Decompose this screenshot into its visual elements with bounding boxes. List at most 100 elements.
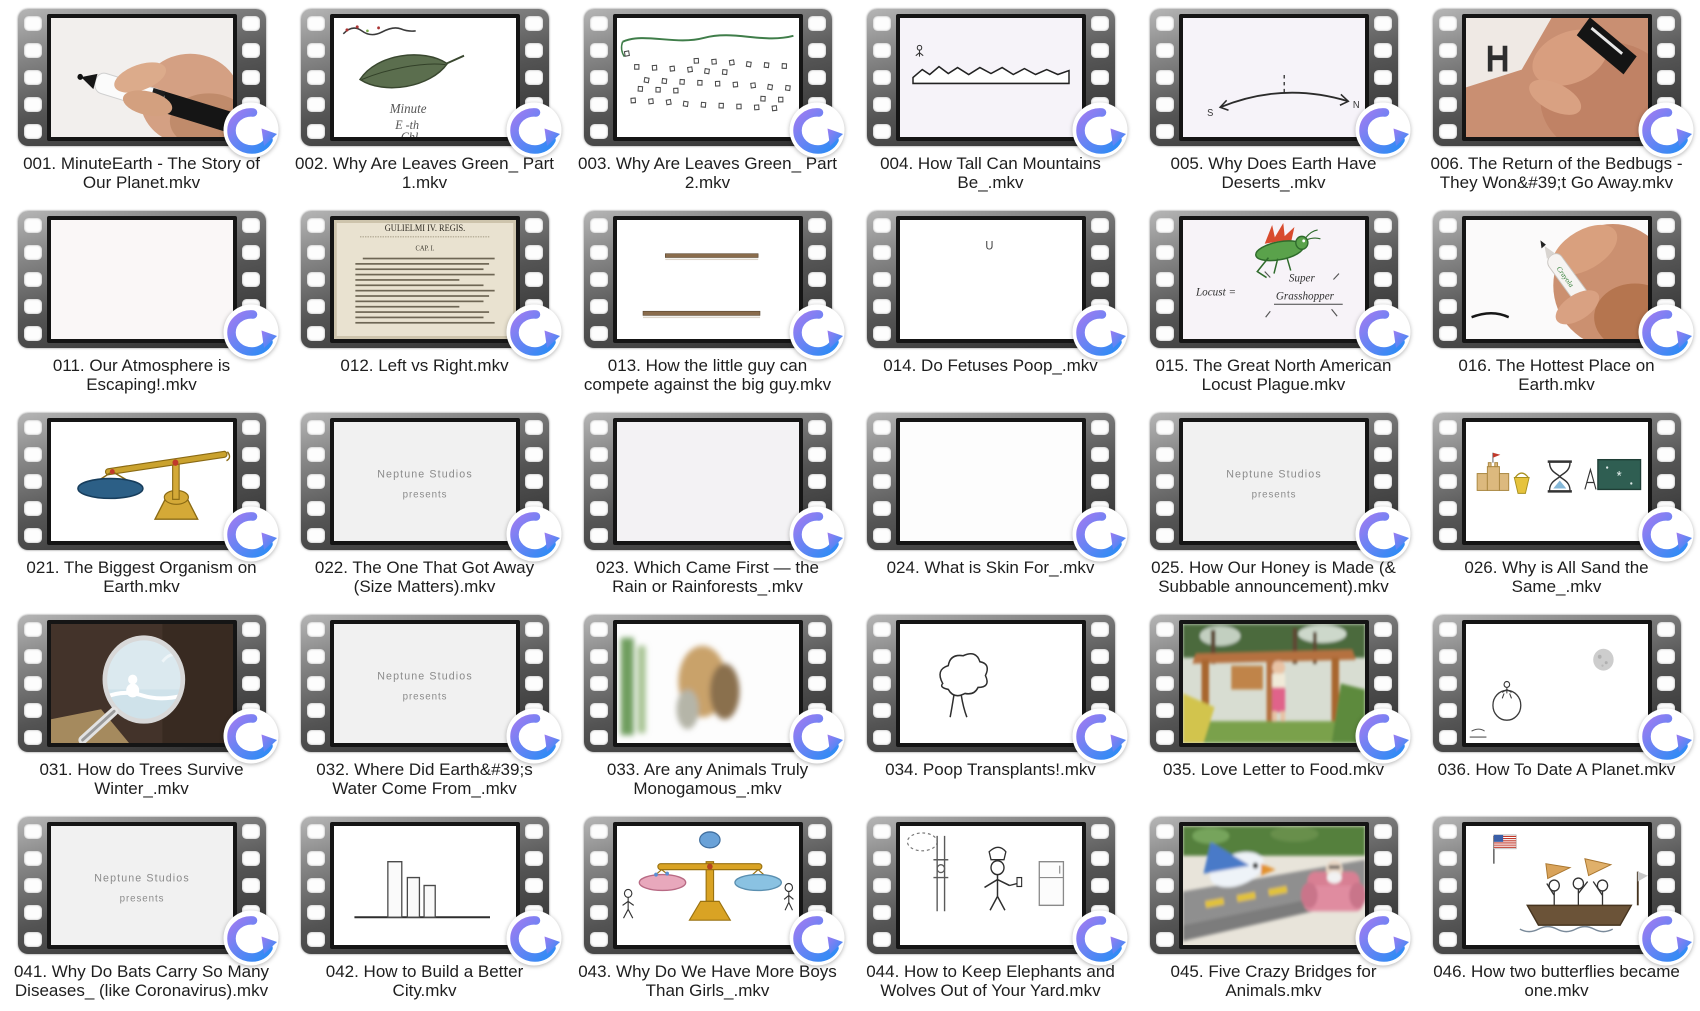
video-item[interactable]: 044. How to Keep Elephants and Wolves Ou… <box>849 809 1132 1011</box>
video-thumbnail[interactable] <box>867 413 1115 550</box>
video-item[interactable]: S N 005. Why Does Earth Have Deserts_.mk… <box>1132 1 1415 203</box>
video-item[interactable]: Minute E -th Chl 002. Why Are Leaves Gre… <box>283 1 566 203</box>
sprocket-hole <box>873 851 891 866</box>
sprocket-hole <box>1156 16 1174 31</box>
sprocket-hole <box>1439 70 1457 85</box>
video-thumbnail[interactable] <box>1150 817 1398 954</box>
video-thumbnail[interactable] <box>867 615 1115 752</box>
video-thumbnail[interactable] <box>584 9 832 146</box>
video-item[interactable]: 023. Which Came First — the Rain or Rain… <box>566 405 849 607</box>
video-item[interactable]: 013. How the little guy can compete agai… <box>566 203 849 405</box>
video-item[interactable]: 031. How do Trees Survive Winter_.mkv <box>0 607 283 809</box>
video-thumbnail[interactable] <box>584 615 832 752</box>
video-preview <box>613 14 803 141</box>
video-item[interactable]: Neptune Studios presents 032. Where Did … <box>283 607 566 809</box>
sprocket-hole <box>307 420 325 435</box>
video-item[interactable]: Neptune Studios presents 025. How Our Ho… <box>1132 405 1415 607</box>
sprocket-hole <box>1374 824 1392 839</box>
sprocket-hole <box>808 622 826 637</box>
video-item[interactable]: 006. The Return of the Bedbugs - They Wo… <box>1415 1 1698 203</box>
video-file-grid-page: { "page": {"background": "#ffffff", "cap… <box>0 0 1700 1011</box>
video-item[interactable]: 003. Why Are Leaves Green_ Part 2.mkv <box>566 1 849 203</box>
video-item[interactable]: 046. How two butterflies became one.mkv <box>1415 809 1698 1011</box>
player-overlay-arrow-icon <box>222 303 280 361</box>
video-thumbnail[interactable]: U <box>867 211 1115 348</box>
video-thumbnail[interactable] <box>867 9 1115 146</box>
video-item[interactable]: Crayola 016. The Hottest Place on Earth.… <box>1415 203 1698 405</box>
player-overlay-icon <box>1354 707 1412 765</box>
video-thumbnail[interactable]: Neptune Studios presents <box>1150 413 1398 550</box>
video-item[interactable]: 004. How Tall Can Mountains Be_.mkv <box>849 1 1132 203</box>
video-item[interactable]: * 026. Why is All Sand the Same_.mkv <box>1415 405 1698 607</box>
video-thumbnail[interactable] <box>584 211 832 348</box>
film-sprocket-strip <box>1156 824 1174 947</box>
sprocket-hole <box>307 622 325 637</box>
sprocket-hole <box>525 676 543 691</box>
sprocket-hole <box>873 730 891 745</box>
video-thumbnail[interactable] <box>867 817 1115 954</box>
video-item[interactable]: Neptune Studios presents 041. Why Do Bat… <box>0 809 283 1011</box>
video-item[interactable]: U 014. Do Fetuses Poop_.mkv <box>849 203 1132 405</box>
video-thumbnail[interactable] <box>1433 615 1681 752</box>
sprocket-hole <box>24 474 42 489</box>
video-item[interactable]: Locust = Super Grasshopper 015. The Grea… <box>1132 203 1415 405</box>
video-thumbnail[interactable]: * <box>1433 413 1681 550</box>
thumbnail-art-stomata-scatter <box>617 18 799 137</box>
video-thumbnail[interactable]: GULIELMI IV. REGIS. CAP. I. <box>301 211 549 348</box>
video-item[interactable]: Neptune Studios presents 022. The One Th… <box>283 405 566 607</box>
sprocket-hole <box>808 649 826 664</box>
video-item[interactable]: 045. Five Crazy Bridges for Animals.mkv <box>1132 809 1415 1011</box>
sprocket-hole <box>24 905 42 920</box>
player-overlay-icon <box>505 707 563 765</box>
player-overlay-icon <box>222 505 280 563</box>
svg-text:*: * <box>1616 468 1622 483</box>
video-item[interactable]: 011. Our Atmosphere is Escaping!.mkv <box>0 203 283 405</box>
video-thumbnail[interactable] <box>18 615 266 752</box>
video-thumbnail[interactable] <box>18 211 266 348</box>
video-item[interactable]: GULIELMI IV. REGIS. CAP. I. 012. Left vs… <box>283 203 566 405</box>
video-item[interactable]: 024. What is Skin For_.mkv <box>849 405 1132 607</box>
sprocket-hole <box>24 43 42 58</box>
video-thumbnail[interactable]: Minute E -th Chl <box>301 9 549 146</box>
svg-text:presents: presents <box>1251 489 1296 500</box>
video-preview <box>47 620 237 747</box>
sprocket-hole <box>1156 703 1174 718</box>
player-overlay-arrow-icon <box>1637 909 1695 967</box>
player-overlay-arrow-icon <box>1071 505 1129 563</box>
video-thumbnail[interactable]: Locust = Super Grasshopper <box>1150 211 1398 348</box>
video-thumbnail[interactable]: Neptune Studios presents <box>301 413 549 550</box>
video-item[interactable]: 034. Poop Transplants!.mkv <box>849 607 1132 809</box>
video-thumbnail[interactable] <box>1433 817 1681 954</box>
video-preview <box>613 216 803 343</box>
video-item[interactable]: 042. How to Build a Better City.mkv <box>283 809 566 1011</box>
video-item[interactable]: 001. MinuteEarth - The Story of Our Plan… <box>0 1 283 203</box>
video-thumbnail[interactable] <box>18 9 266 146</box>
video-thumbnail[interactable] <box>584 413 832 550</box>
svg-text:Minute: Minute <box>388 101 426 116</box>
video-thumbnail[interactable] <box>1150 615 1398 752</box>
sprocket-hole <box>808 474 826 489</box>
sprocket-hole <box>24 649 42 664</box>
sprocket-hole <box>1439 905 1457 920</box>
video-item[interactable]: 043. Why Do We Have More Boys Than Girls… <box>566 809 849 1011</box>
video-thumbnail[interactable] <box>301 817 549 954</box>
video-thumbnail[interactable]: Neptune Studios presents <box>301 615 549 752</box>
video-item[interactable]: 036. How To Date A Planet.mkv <box>1415 607 1698 809</box>
sprocket-hole <box>1439 218 1457 233</box>
sprocket-hole <box>1374 878 1392 893</box>
video-thumbnail[interactable]: S N <box>1150 9 1398 146</box>
player-overlay-icon <box>1354 303 1412 361</box>
video-item[interactable]: 035. Love Letter to Food.mkv <box>1132 607 1415 809</box>
video-thumbnail[interactable] <box>18 413 266 550</box>
video-item[interactable]: 033. Are any Animals Truly Monogamous_.m… <box>566 607 849 809</box>
video-thumbnail[interactable]: Neptune Studios presents <box>18 817 266 954</box>
video-thumbnail[interactable] <box>1433 9 1681 146</box>
sprocket-hole <box>808 272 826 287</box>
sprocket-hole <box>1156 245 1174 260</box>
video-preview <box>47 418 237 545</box>
video-item[interactable]: 021. The Biggest Organism on Earth.mkv <box>0 405 283 607</box>
video-thumbnail[interactable] <box>584 817 832 954</box>
video-thumbnail[interactable]: Crayola <box>1433 211 1681 348</box>
player-overlay-arrow-icon <box>505 707 563 765</box>
player-overlay-arrow-icon <box>1071 707 1129 765</box>
